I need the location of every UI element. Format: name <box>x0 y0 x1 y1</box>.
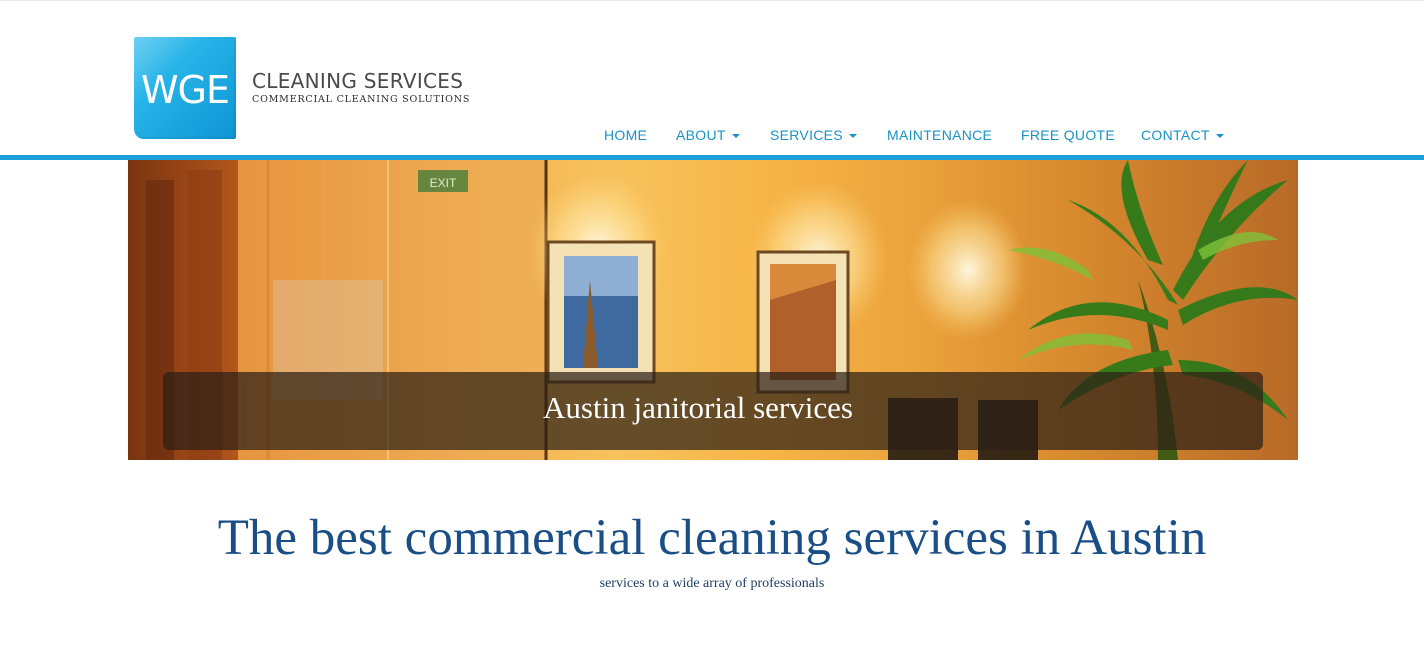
caret-down-icon <box>731 133 740 138</box>
nav-home[interactable]: HOME <box>604 127 647 143</box>
svg-text:EXIT: EXIT <box>430 176 457 190</box>
hero-banner: EXIT Austin janitorial services <box>128 160 1298 460</box>
nav-about-label: ABOUT <box>676 127 726 143</box>
nav-contact[interactable]: CONTACT <box>1141 127 1224 143</box>
nav-maintenance[interactable]: MAINTENANCE <box>887 127 992 143</box>
main-nav: HOME ABOUT SERVICES MAINTENANCE FREE QUO… <box>0 127 1424 145</box>
nav-services-label: SERVICES <box>770 127 843 143</box>
nav-home-label: HOME <box>604 127 648 143</box>
logo-wordmark[interactable]: CLEANING SERVICES COMMERCIAL CLEANING SO… <box>252 70 470 106</box>
nav-free-quote-label: FREE QUOTE <box>1021 127 1116 143</box>
logo-subtitle: COMMERCIAL CLEANING SOLUTIONS <box>252 94 471 105</box>
caret-down-icon <box>848 133 857 138</box>
nav-about[interactable]: ABOUT <box>676 127 740 143</box>
logo-mark: WGE <box>140 68 230 112</box>
page-subheadline: services to a wide array of professional… <box>599 576 825 591</box>
page-headline: The best commercial cleaning services in… <box>217 510 1207 566</box>
logo[interactable]: WGE <box>134 37 236 139</box>
hero-caption: Austin janitorial services <box>163 372 1263 450</box>
logo-title: CLEANING SERVICES <box>252 69 464 93</box>
hero-caption-text: Austin janitorial services <box>543 390 853 425</box>
nav-services[interactable]: SERVICES <box>770 127 857 143</box>
top-border <box>0 0 1424 1</box>
nav-maintenance-label: MAINTENANCE <box>887 127 993 143</box>
nav-contact-label: CONTACT <box>1141 127 1210 143</box>
nav-free-quote[interactable]: FREE QUOTE <box>1021 127 1115 143</box>
caret-down-icon <box>1215 133 1224 138</box>
